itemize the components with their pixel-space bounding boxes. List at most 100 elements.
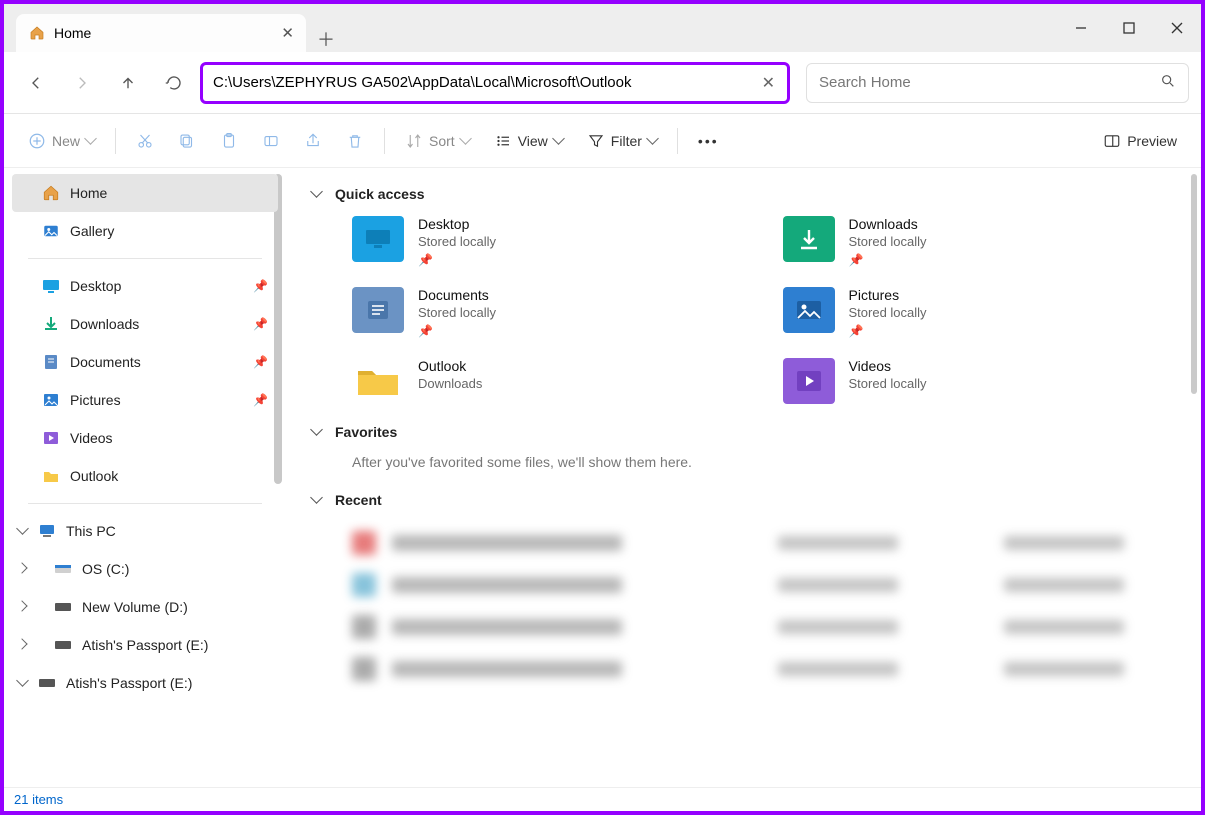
sidebar-label: Atish's Passport (E:)	[82, 637, 208, 653]
address-input[interactable]	[213, 74, 758, 91]
qa-outlook[interactable]: Outlook Downloads	[352, 358, 743, 404]
tab-label: Home	[54, 25, 91, 41]
new-label: New	[52, 133, 80, 149]
pin-icon: 📌	[849, 253, 927, 267]
sidebar-item-passport-e[interactable]: Atish's Passport (E:)	[12, 626, 278, 664]
navigation-pane: Home Gallery Desktop 📌 Downloads 📌 Docum…	[4, 168, 284, 787]
rename-button[interactable]	[252, 123, 290, 159]
filter-label: Filter	[611, 133, 642, 149]
sidebar-item-pictures[interactable]: Pictures 📌	[12, 381, 278, 419]
sidebar-item-home[interactable]: Home	[12, 174, 278, 212]
recent-item[interactable]	[352, 606, 1173, 648]
sidebar-item-os-c[interactable]: OS (C:)	[12, 550, 278, 588]
sidebar-label: This PC	[66, 523, 116, 539]
paste-button[interactable]	[210, 123, 248, 159]
sidebar-item-downloads[interactable]: Downloads 📌	[12, 305, 278, 343]
search-icon	[1160, 73, 1176, 93]
qa-documents[interactable]: Documents Stored locally 📌	[352, 287, 743, 338]
videos-icon	[42, 429, 60, 447]
documents-icon	[42, 353, 60, 371]
chevron-right-icon	[18, 563, 26, 575]
more-button[interactable]: •••	[688, 123, 729, 159]
chevron-down-icon	[312, 186, 321, 202]
divider	[28, 258, 262, 259]
status-bar: 21 items	[4, 787, 1201, 811]
address-row: ✕ Search Home	[4, 52, 1201, 114]
sidebar-item-newvol-d[interactable]: New Volume (D:)	[12, 588, 278, 626]
sidebar-item-gallery[interactable]: Gallery	[12, 212, 278, 250]
item-count: 21 items	[14, 792, 63, 807]
search-box[interactable]: Search Home	[806, 63, 1189, 103]
clear-address-icon[interactable]: ✕	[758, 73, 779, 93]
tab-home[interactable]: Home ✕	[16, 14, 306, 52]
sidebar-label: New Volume (D:)	[82, 599, 188, 615]
recent-item[interactable]	[352, 564, 1173, 606]
filter-button[interactable]: Filter	[577, 123, 667, 159]
gallery-icon	[42, 222, 60, 240]
qa-subtitle: Stored locally	[849, 305, 927, 320]
scrollbar[interactable]	[1191, 174, 1197, 394]
maximize-button[interactable]	[1105, 4, 1153, 52]
sidebar-item-passport-root[interactable]: Atish's Passport (E:)	[12, 664, 278, 702]
minimize-button[interactable]	[1057, 4, 1105, 52]
pin-icon: 📌	[253, 317, 268, 331]
forward-button[interactable]	[62, 63, 102, 103]
chevron-down-icon	[18, 524, 27, 539]
drive-icon	[54, 560, 72, 578]
sidebar-label: OS (C:)	[82, 561, 129, 577]
tab-strip: Home ✕ ＋	[4, 4, 346, 52]
sidebar-item-documents[interactable]: Documents 📌	[12, 343, 278, 381]
pin-icon: 📌	[418, 324, 496, 338]
divider	[28, 503, 262, 504]
chevron-right-icon	[18, 601, 26, 613]
favorites-header[interactable]: Favorites	[312, 424, 1173, 440]
recent-header[interactable]: Recent	[312, 492, 1173, 508]
close-window-button[interactable]	[1153, 4, 1201, 52]
new-button[interactable]: New	[18, 123, 105, 159]
sidebar-item-outlook[interactable]: Outlook	[12, 457, 278, 495]
qa-videos[interactable]: Videos Stored locally	[783, 358, 1174, 404]
copy-button[interactable]	[168, 123, 206, 159]
drive-icon	[54, 636, 72, 654]
preview-button[interactable]: Preview	[1093, 123, 1187, 159]
videos-icon	[783, 358, 835, 404]
pin-icon: 📌	[253, 279, 268, 293]
downloads-icon	[783, 216, 835, 262]
quick-access-header[interactable]: Quick access	[312, 186, 1173, 202]
recent-item[interactable]	[352, 522, 1173, 564]
share-button[interactable]	[294, 123, 332, 159]
sidebar-label: Downloads	[70, 316, 139, 332]
delete-button[interactable]	[336, 123, 374, 159]
cut-button[interactable]	[126, 123, 164, 159]
pc-icon	[38, 522, 56, 540]
section-title: Favorites	[335, 424, 397, 440]
home-icon	[28, 24, 46, 42]
up-button[interactable]	[108, 63, 148, 103]
view-button[interactable]: View	[484, 123, 573, 159]
qa-pictures[interactable]: Pictures Stored locally 📌	[783, 287, 1174, 338]
sidebar-item-thispc[interactable]: This PC	[12, 512, 278, 550]
address-bar[interactable]: ✕	[200, 62, 790, 104]
back-button[interactable]	[16, 63, 56, 103]
sidebar-label: Documents	[70, 354, 141, 370]
content-body: Home Gallery Desktop 📌 Downloads 📌 Docum…	[4, 168, 1201, 787]
qa-title: Desktop	[418, 216, 496, 232]
pin-icon: 📌	[418, 253, 496, 267]
sidebar-label: Desktop	[70, 278, 121, 294]
search-placeholder: Search Home	[819, 74, 911, 91]
qa-title: Videos	[849, 358, 927, 374]
downloads-icon	[42, 315, 60, 333]
new-tab-button[interactable]: ＋	[306, 26, 346, 52]
pin-icon: 📌	[849, 324, 927, 338]
tab-close-icon[interactable]: ✕	[281, 24, 294, 42]
sidebar-label: Pictures	[70, 392, 121, 408]
recent-item[interactable]	[352, 648, 1173, 690]
sidebar-item-desktop[interactable]: Desktop 📌	[12, 267, 278, 305]
qa-desktop[interactable]: Desktop Stored locally 📌	[352, 216, 743, 267]
qa-downloads[interactable]: Downloads Stored locally 📌	[783, 216, 1174, 267]
folder-icon	[352, 358, 404, 404]
sort-button[interactable]: Sort	[395, 123, 480, 159]
sidebar-item-videos[interactable]: Videos	[12, 419, 278, 457]
refresh-button[interactable]	[154, 63, 194, 103]
section-title: Quick access	[335, 186, 425, 202]
